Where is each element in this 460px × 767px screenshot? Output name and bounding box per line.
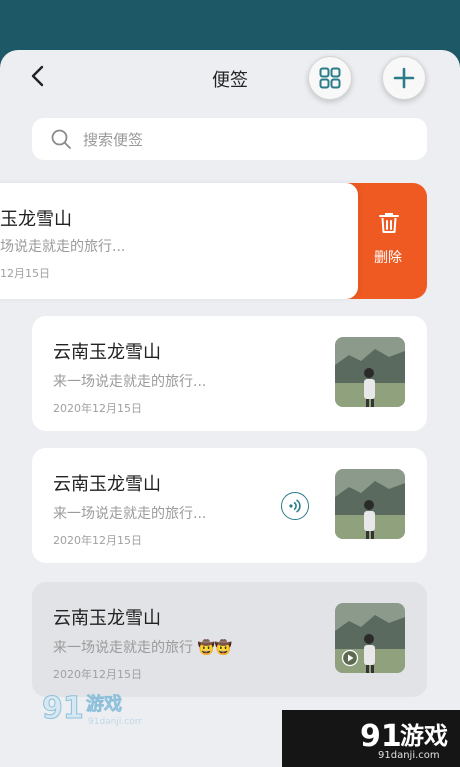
plus-icon (393, 67, 415, 89)
search-icon (51, 129, 71, 149)
note-thumbnail (335, 337, 405, 407)
note-card[interactable]: 云南玉龙雪山 来一场说走就走的旅行... 2020年12月15日 (32, 448, 427, 563)
notes-sheet: 便签 搜索便签 删除 玉龙雪山 场说走就走的旅行... 12月15日 云南玉龙雪… (0, 50, 460, 767)
watermark-left-num: 91 (42, 691, 84, 726)
delete-label: 删除 (374, 250, 402, 266)
note-card[interactable]: 云南玉龙雪山 来一场说走就走的旅行... 2020年12月15日 (32, 316, 427, 431)
play-icon (341, 649, 359, 667)
note-title: 云南玉龙雪山 (53, 608, 161, 629)
note-card-swiped[interactable]: 玉龙雪山 场说走就走的旅行... 12月15日 (0, 183, 358, 299)
note-video-thumbnail[interactable] (335, 603, 405, 673)
status-bar (0, 0, 460, 52)
note-snippet-row: 来一场说走就走的旅行 🤠🤠 (53, 637, 232, 657)
watermark-left-brand: 游戏 (86, 693, 122, 715)
note-card[interactable]: 云南玉龙雪山 来一场说走就走的旅行 🤠🤠 2020年12月15日 (32, 582, 427, 697)
note-snippet: 来一场说走就走的旅行... (53, 374, 207, 390)
note-title: 云南玉龙雪山 (53, 342, 161, 363)
note-title: 玉龙雪山 (0, 209, 72, 230)
nav-bar: 便签 (0, 50, 460, 108)
watermark-logo-left: 91 游戏 91danji.com (42, 688, 144, 732)
note-snippet: 来一场说走就走的旅行 (53, 640, 193, 656)
note-date: 2020年12月15日 (53, 402, 142, 415)
note-date: 12月15日 (0, 267, 50, 280)
search-placeholder: 搜索便签 (83, 131, 144, 149)
grid-icon (319, 67, 341, 89)
note-date: 2020年12月15日 (53, 668, 142, 681)
watermark-right-url: 91danji.com (378, 750, 440, 760)
add-note-button[interactable] (382, 56, 426, 100)
note-date: 2020年12月15日 (53, 534, 142, 547)
trash-icon (379, 213, 399, 233)
grid-view-button[interactable] (308, 56, 352, 100)
watermark-right-num: 91 (360, 719, 402, 754)
note-thumbnail (335, 469, 405, 539)
audio-icon (289, 499, 301, 513)
emoji-cowboy: 🤠🤠 (197, 640, 233, 656)
watermark-logo-right: 91 游戏 91danji.com (282, 710, 460, 767)
watermark-left-url: 91danji.com (88, 717, 142, 727)
watermark-right-brand: 游戏 (400, 722, 448, 750)
audio-button[interactable] (281, 492, 309, 520)
note-snippet: 场说走就走的旅行... (0, 239, 126, 255)
note-title: 云南玉龙雪山 (53, 474, 161, 495)
search-input[interactable]: 搜索便签 (32, 118, 427, 160)
note-snippet: 来一场说走就走的旅行... (53, 506, 207, 522)
